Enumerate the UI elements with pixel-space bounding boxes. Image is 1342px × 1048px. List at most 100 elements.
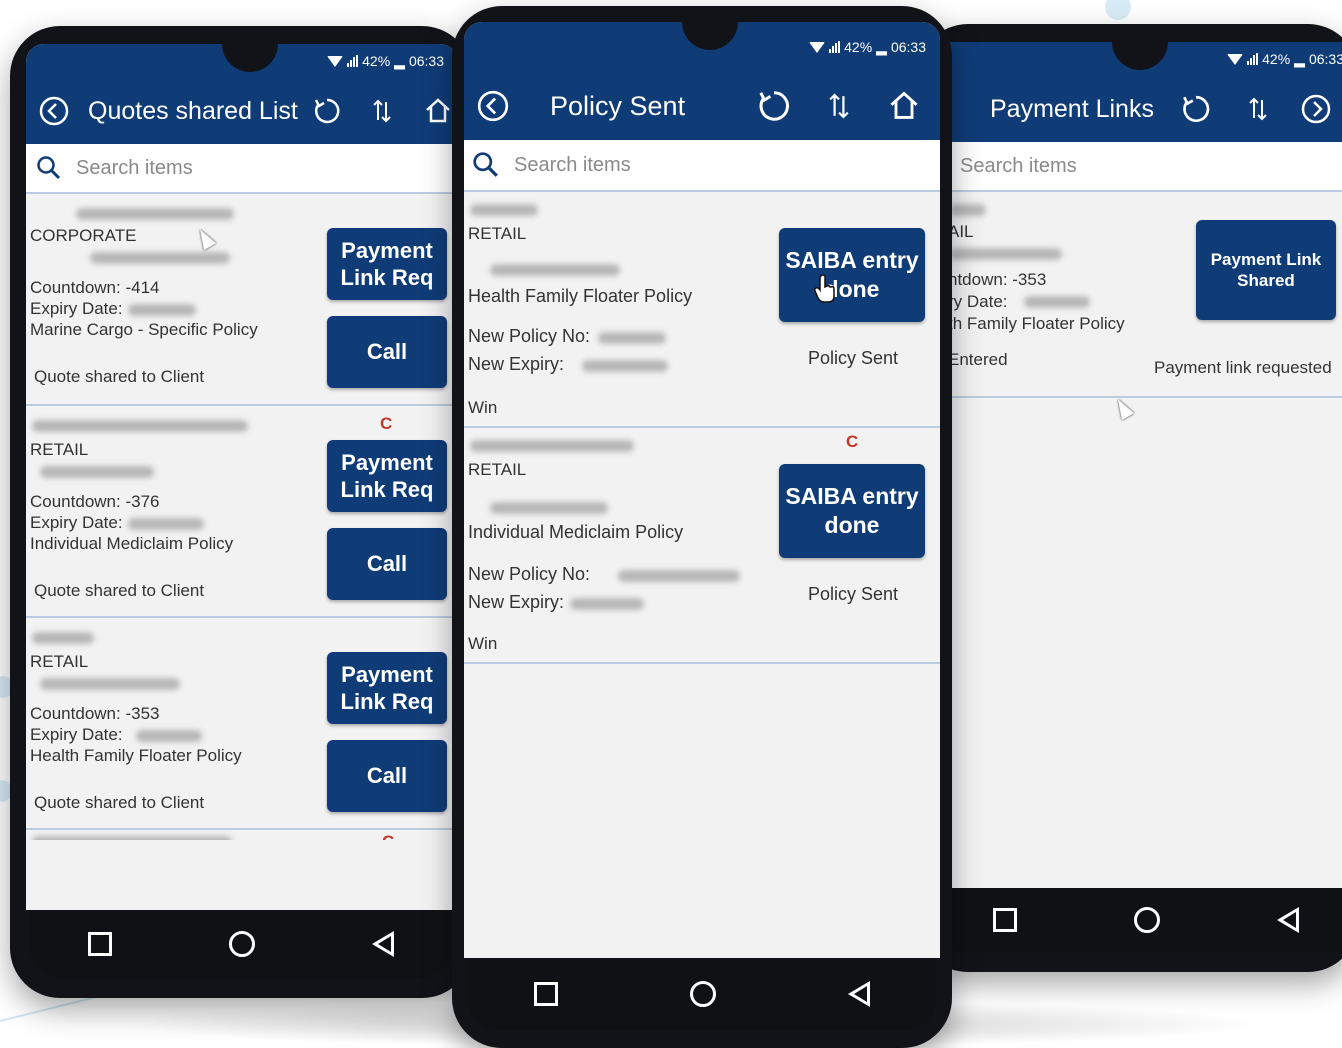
expiry-redacted <box>570 598 644 610</box>
policy-name: Individual Mediclaim Policy <box>468 522 684 542</box>
policy-name: Health Family Floater Policy <box>30 746 242 765</box>
client-name-redacted <box>76 208 234 220</box>
battery-icon: ▂ <box>394 52 405 69</box>
search-input[interactable]: Search items <box>76 157 193 180</box>
phone-quotes: 42% ▂ 06:33 Quotes shared List Search it… <box>10 26 472 998</box>
sort-icon[interactable] <box>372 98 392 124</box>
sort-icon[interactable] <box>1248 96 1268 122</box>
page-title: Policy Sent <box>550 90 686 121</box>
refresh-icon[interactable] <box>1180 93 1212 125</box>
forward-icon[interactable] <box>1300 93 1332 125</box>
screen: 42% ▂ 06:33 Payment Links Search items A… <box>934 42 1342 888</box>
sort-icon[interactable] <box>828 91 850 121</box>
nav-back-icon[interactable] <box>371 931 394 957</box>
bg-dot <box>1105 0 1131 20</box>
button-label: SAIBA entry <box>785 483 919 510</box>
payment-status: Entered <box>948 350 1008 369</box>
client-name-redacted <box>32 420 248 432</box>
payment-link-req-button[interactable]: Payment Link Req <box>327 440 447 512</box>
signal-icon <box>347 55 359 67</box>
client-name-redacted <box>950 204 986 216</box>
phone-redacted <box>90 252 230 264</box>
battery-icon: ▂ <box>876 38 887 55</box>
nav-recent-icon[interactable] <box>992 908 1017 932</box>
nav-home-icon[interactable] <box>690 981 716 1007</box>
client-type: RETAIL <box>468 460 527 479</box>
home-icon[interactable] <box>888 90 920 122</box>
back-icon[interactable] <box>38 95 70 127</box>
wifi-icon <box>809 41 826 53</box>
nav-back-icon[interactable] <box>1277 907 1300 933</box>
button-label: Call <box>366 551 408 577</box>
list-item[interactable]: C RETAIL Individual Mediclaim Policy New… <box>464 428 940 664</box>
payment-link-req-button[interactable]: Payment Link Req <box>327 228 447 300</box>
mouse-cursor-icon <box>1111 395 1135 421</box>
client-name-redacted <box>470 204 538 216</box>
list-item[interactable]: RETAIL Health Family Floater Policy New … <box>464 192 940 428</box>
client-type: RETAIL <box>30 652 89 671</box>
nav-back-icon[interactable] <box>848 981 870 1007</box>
expiry-redacted <box>128 518 204 530</box>
call-button[interactable]: Call <box>327 528 447 600</box>
app-bar: Quotes shared List <box>26 78 458 144</box>
signal-icon <box>1247 53 1259 65</box>
clock: 06:33 <box>890 39 926 55</box>
button-label: Payment Link <box>1210 249 1322 269</box>
countdown: Countdown: -376 <box>30 492 160 511</box>
saiba-entry-done-button[interactable]: SAIBA entry done <box>779 228 925 322</box>
search-bar[interactable]: Search items <box>464 140 940 192</box>
call-button[interactable]: Call <box>327 316 447 388</box>
payment-link-req-button[interactable]: Payment Link Req <box>327 652 447 724</box>
quote-status: Quote shared to Client <box>34 367 205 386</box>
payment-link-shared-button[interactable]: Payment Link Shared <box>1196 220 1336 320</box>
hand-pointer-icon <box>814 274 835 303</box>
nav-recent-icon[interactable] <box>534 982 558 1006</box>
client-type: RETAIL <box>30 440 89 459</box>
quote-status: Quote shared to Client <box>34 793 205 812</box>
button-label: Call <box>366 763 408 789</box>
home-icon[interactable] <box>424 97 452 125</box>
saiba-entry-done-button[interactable]: SAIBA entry done <box>779 464 925 558</box>
phone-payment-links: 42% ▂ 06:33 Payment Links Search items A… <box>918 24 1342 972</box>
phone-redacted <box>950 248 1062 260</box>
policy-name: th Family Floater Policy <box>948 314 1125 333</box>
list-item[interactable]: AIL ntdown: -353 ry Date: th Family Floa… <box>934 192 1342 398</box>
list-item[interactable]: RETAIL Countdown: -353 Expiry Date: Heal… <box>26 618 458 830</box>
page-title: Payment Links <box>990 94 1154 123</box>
phone-redacted <box>490 502 608 514</box>
countdown: ntdown: -353 <box>948 270 1047 289</box>
battery-icon: ▂ <box>1294 50 1305 67</box>
search-icon <box>37 156 61 180</box>
button-label: Payment <box>341 449 433 475</box>
phone-redacted <box>40 678 180 690</box>
client-name-redacted <box>470 440 634 452</box>
call-button[interactable]: Call <box>327 740 447 812</box>
expiry-redacted <box>136 730 202 742</box>
signal-icon <box>829 41 841 53</box>
expiry-label: Expiry Date: <box>30 725 123 744</box>
policy-status: Policy Sent <box>808 348 899 368</box>
list-item-partial[interactable]: C <box>26 830 458 840</box>
back-icon[interactable] <box>476 89 510 123</box>
nav-recent-icon[interactable] <box>88 932 113 956</box>
nav-home-icon[interactable] <box>1133 907 1160 933</box>
refresh-icon[interactable] <box>312 96 342 126</box>
search-bar[interactable]: Search items <box>934 142 1342 192</box>
list-item[interactable]: C RETAIL Countdown: -376 Expiry Date: In… <box>26 406 458 618</box>
screen: 42% ▂ 06:33 Policy Sent Search items RET… <box>464 22 940 958</box>
nav-home-icon[interactable] <box>228 931 255 957</box>
result: Win <box>468 634 498 653</box>
button-label: Link Req <box>340 689 434 714</box>
policy-no-redacted <box>618 570 740 582</box>
policy-name: Marine Cargo - Specific Policy <box>30 320 258 339</box>
clock: 06:33 <box>408 53 444 69</box>
refresh-icon[interactable] <box>756 88 792 124</box>
search-input[interactable]: Search items <box>960 155 1077 178</box>
countdown: Countdown: -414 <box>30 278 160 297</box>
expiry-redacted <box>1024 296 1090 308</box>
wifi-icon <box>1227 53 1244 65</box>
search-bar[interactable]: Search items <box>26 144 458 194</box>
button-label: Payment <box>341 237 433 263</box>
search-input[interactable]: Search items <box>514 154 631 177</box>
list-item[interactable]: CORPORATE Countdown: -414 Expiry Date: M… <box>26 194 458 406</box>
